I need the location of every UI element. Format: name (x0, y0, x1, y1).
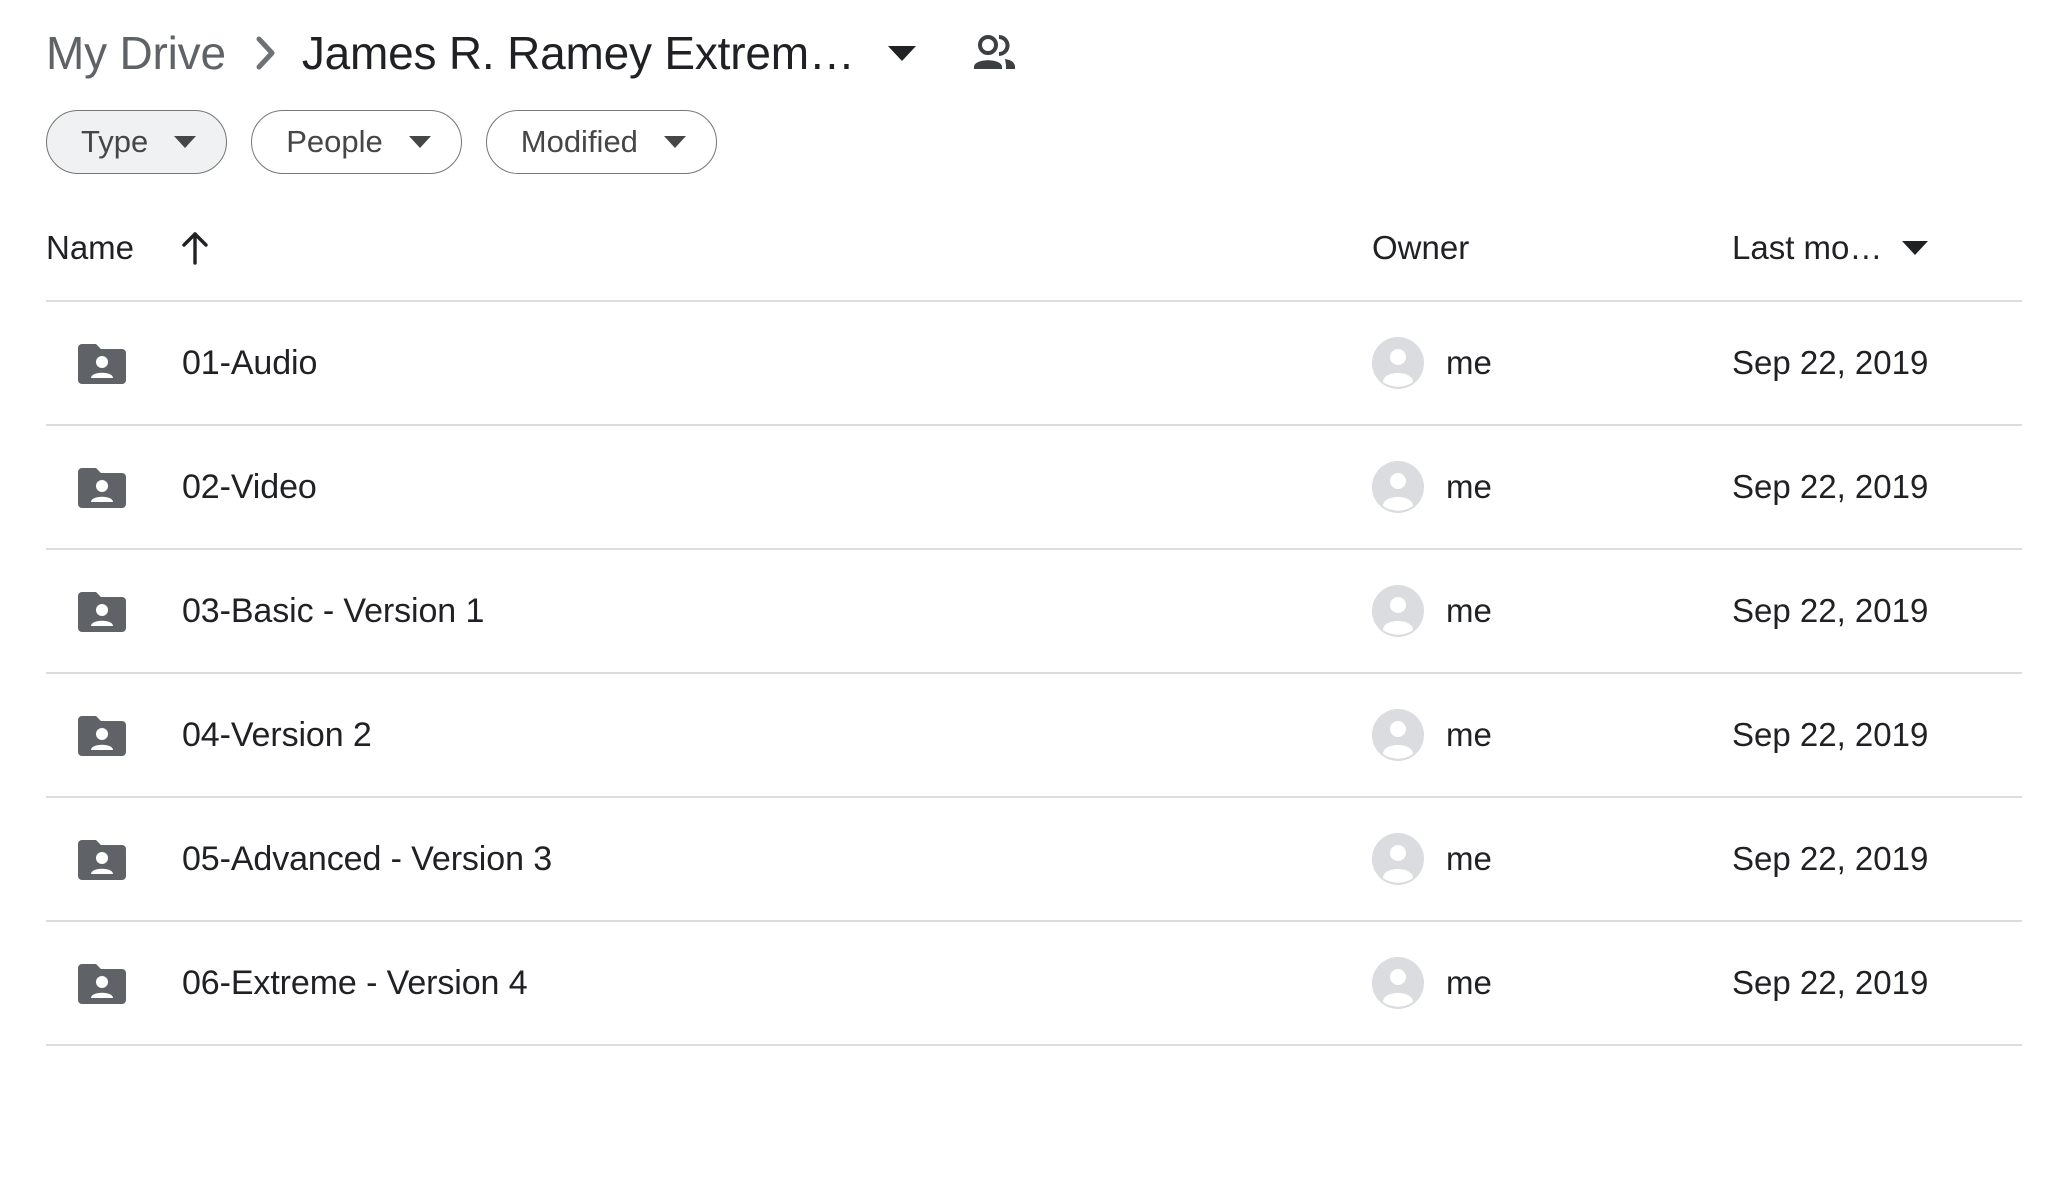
filter-chip-people[interactable]: People (251, 110, 462, 174)
file-name-label: 04-Version 2 (182, 715, 372, 754)
column-header-name-label: Name (46, 229, 135, 266)
column-header-owner[interactable]: Owner (1372, 229, 1732, 267)
row-modified-cell: Sep 22, 2019 (1732, 964, 2022, 1002)
table-row[interactable]: 01-Audio me Sep 22, 2019 (46, 302, 2022, 426)
row-name-cell: 01-Audio (46, 342, 1372, 384)
filter-chip-people-label: People (286, 124, 383, 159)
breadcrumb-root-my-drive[interactable]: My Drive (46, 26, 226, 80)
file-name-label: 03-Basic - Version 1 (182, 591, 485, 630)
breadcrumb-current-folder[interactable]: James R. Ramey Extrem… (302, 26, 855, 80)
table-row[interactable]: 05-Advanced - Version 3 me Sep 22, 2019 (46, 798, 2022, 922)
row-modified-cell: Sep 22, 2019 (1732, 592, 2022, 630)
shared-folder-icon (78, 716, 126, 756)
row-owner-cell: me (1372, 337, 1732, 389)
filter-chip-row: Type People Modified (0, 104, 2048, 180)
file-name-label: 02-Video (182, 467, 317, 506)
avatar (1372, 709, 1424, 761)
column-header-name[interactable]: Name (46, 229, 1372, 267)
row-owner-cell: me (1372, 833, 1732, 885)
owner-label: me (1446, 716, 1492, 753)
column-header-owner-label: Owner (1372, 229, 1470, 266)
table-row[interactable]: 04-Version 2 me Sep 22, 2019 (46, 674, 2022, 798)
chevron-down-icon (1902, 241, 1929, 255)
modified-date-label: Sep 22, 2019 (1732, 344, 1929, 381)
shared-folder-icon (78, 592, 126, 632)
avatar (1372, 337, 1424, 389)
row-owner-cell: me (1372, 461, 1732, 513)
modified-date-label: Sep 22, 2019 (1732, 964, 1929, 1001)
owner-label: me (1446, 964, 1492, 1001)
row-owner-cell: me (1372, 957, 1732, 1009)
filter-chip-modified-label: Modified (520, 124, 638, 159)
breadcrumb: My Drive James R. Ramey Extrem… (0, 0, 2048, 92)
chevron-down-icon (663, 136, 686, 148)
row-modified-cell: Sep 22, 2019 (1732, 344, 2022, 382)
row-name-cell: 03-Basic - Version 1 (46, 590, 1372, 632)
shared-folder-icon (78, 468, 126, 508)
filter-chip-type[interactable]: Type (46, 110, 228, 174)
chevron-right-icon (252, 31, 280, 75)
people-shared-icon[interactable] (971, 29, 1019, 77)
row-modified-cell: Sep 22, 2019 (1732, 468, 2022, 506)
owner-label: me (1446, 344, 1492, 381)
row-modified-cell: Sep 22, 2019 (1732, 716, 2022, 754)
column-header-modified[interactable]: Last mo… (1732, 229, 2022, 267)
table-row[interactable]: 06-Extreme - Version 4 me Sep 22, 2019 (46, 922, 2022, 1046)
table-row[interactable]: 02-Video me Sep 22, 2019 (46, 426, 2022, 550)
owner-label: me (1446, 468, 1492, 505)
avatar (1372, 833, 1424, 885)
row-owner-cell: me (1372, 585, 1732, 637)
modified-date-label: Sep 22, 2019 (1732, 716, 1929, 753)
file-list-header: Name Owner Last mo… (46, 218, 2022, 302)
table-row[interactable]: 03-Basic - Version 1 me Sep 22, 2019 (46, 550, 2022, 674)
chevron-down-icon (174, 136, 197, 148)
modified-date-label: Sep 22, 2019 (1732, 592, 1929, 629)
shared-folder-icon (78, 840, 126, 880)
shared-folder-icon (78, 344, 126, 384)
avatar (1372, 461, 1424, 513)
chevron-down-icon (408, 136, 431, 148)
row-name-cell: 04-Version 2 (46, 714, 1372, 756)
row-owner-cell: me (1372, 709, 1732, 761)
row-name-cell: 02-Video (46, 466, 1372, 508)
row-modified-cell: Sep 22, 2019 (1732, 840, 2022, 878)
chevron-down-icon[interactable] (885, 36, 919, 70)
owner-label: me (1446, 592, 1492, 629)
modified-date-label: Sep 22, 2019 (1732, 468, 1929, 505)
owner-label: me (1446, 840, 1492, 877)
file-name-label: 05-Advanced - Version 3 (182, 839, 553, 878)
shared-folder-icon (78, 964, 126, 1004)
row-name-cell: 05-Advanced - Version 3 (46, 838, 1372, 880)
file-list: Name Owner Last mo… 01-Audio me Sep 22, … (0, 218, 2048, 1046)
modified-date-label: Sep 22, 2019 (1732, 840, 1929, 877)
filter-chip-modified[interactable]: Modified (485, 110, 717, 174)
avatar (1372, 585, 1424, 637)
file-name-label: 01-Audio (182, 343, 318, 382)
row-name-cell: 06-Extreme - Version 4 (46, 962, 1372, 1004)
filter-chip-type-label: Type (81, 124, 149, 159)
column-header-modified-label: Last mo… (1732, 229, 1883, 266)
avatar (1372, 957, 1424, 1009)
file-name-label: 06-Extreme - Version 4 (182, 963, 528, 1002)
arrow-up-icon[interactable] (178, 229, 212, 267)
